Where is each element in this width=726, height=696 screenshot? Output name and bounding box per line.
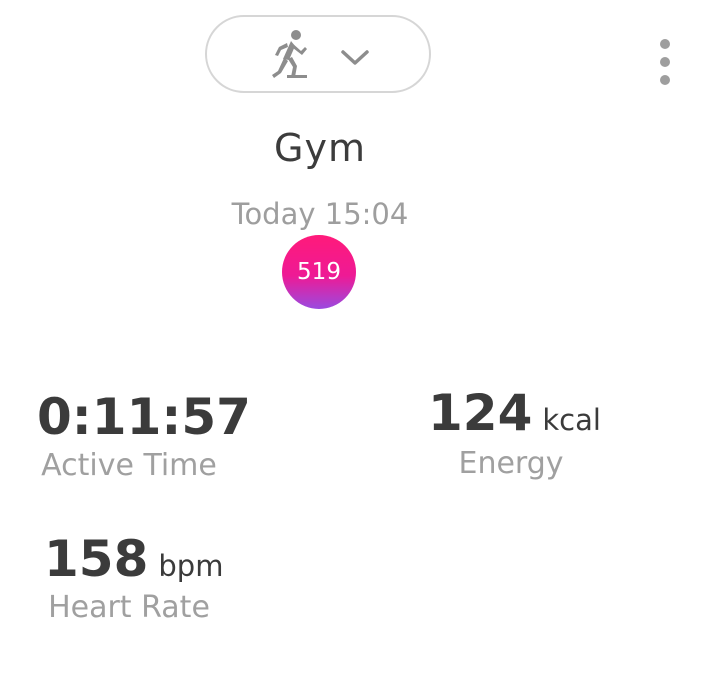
energy-unit: kcal [542,403,601,437]
training-score-value: 519 [297,259,341,285]
active-time-value: 0:11:57 [37,388,251,446]
heart-rate-metric: 158 bpm Heart Rate [44,530,223,625]
heart-rate-unit: bpm [158,549,224,583]
activity-type-selector[interactable] [205,15,431,93]
heart-rate-label: Heart Rate [48,590,210,625]
active-time-metric: 0:11:57 Active Time [37,388,251,483]
workout-title: Gym [274,126,366,170]
chevron-down-icon [341,50,369,65]
energy-value: 124 [428,384,533,442]
energy-label: Energy [458,446,564,481]
energy-metric: 124 kcal Energy [428,384,601,481]
training-score-badge: 519 [282,235,356,309]
heart-rate-value: 158 [44,530,149,588]
running-icon [272,30,307,78]
more-vertical-icon[interactable] [650,38,680,90]
active-time-label: Active Time [41,448,217,483]
workout-timestamp: Today 15:04 [231,197,409,231]
